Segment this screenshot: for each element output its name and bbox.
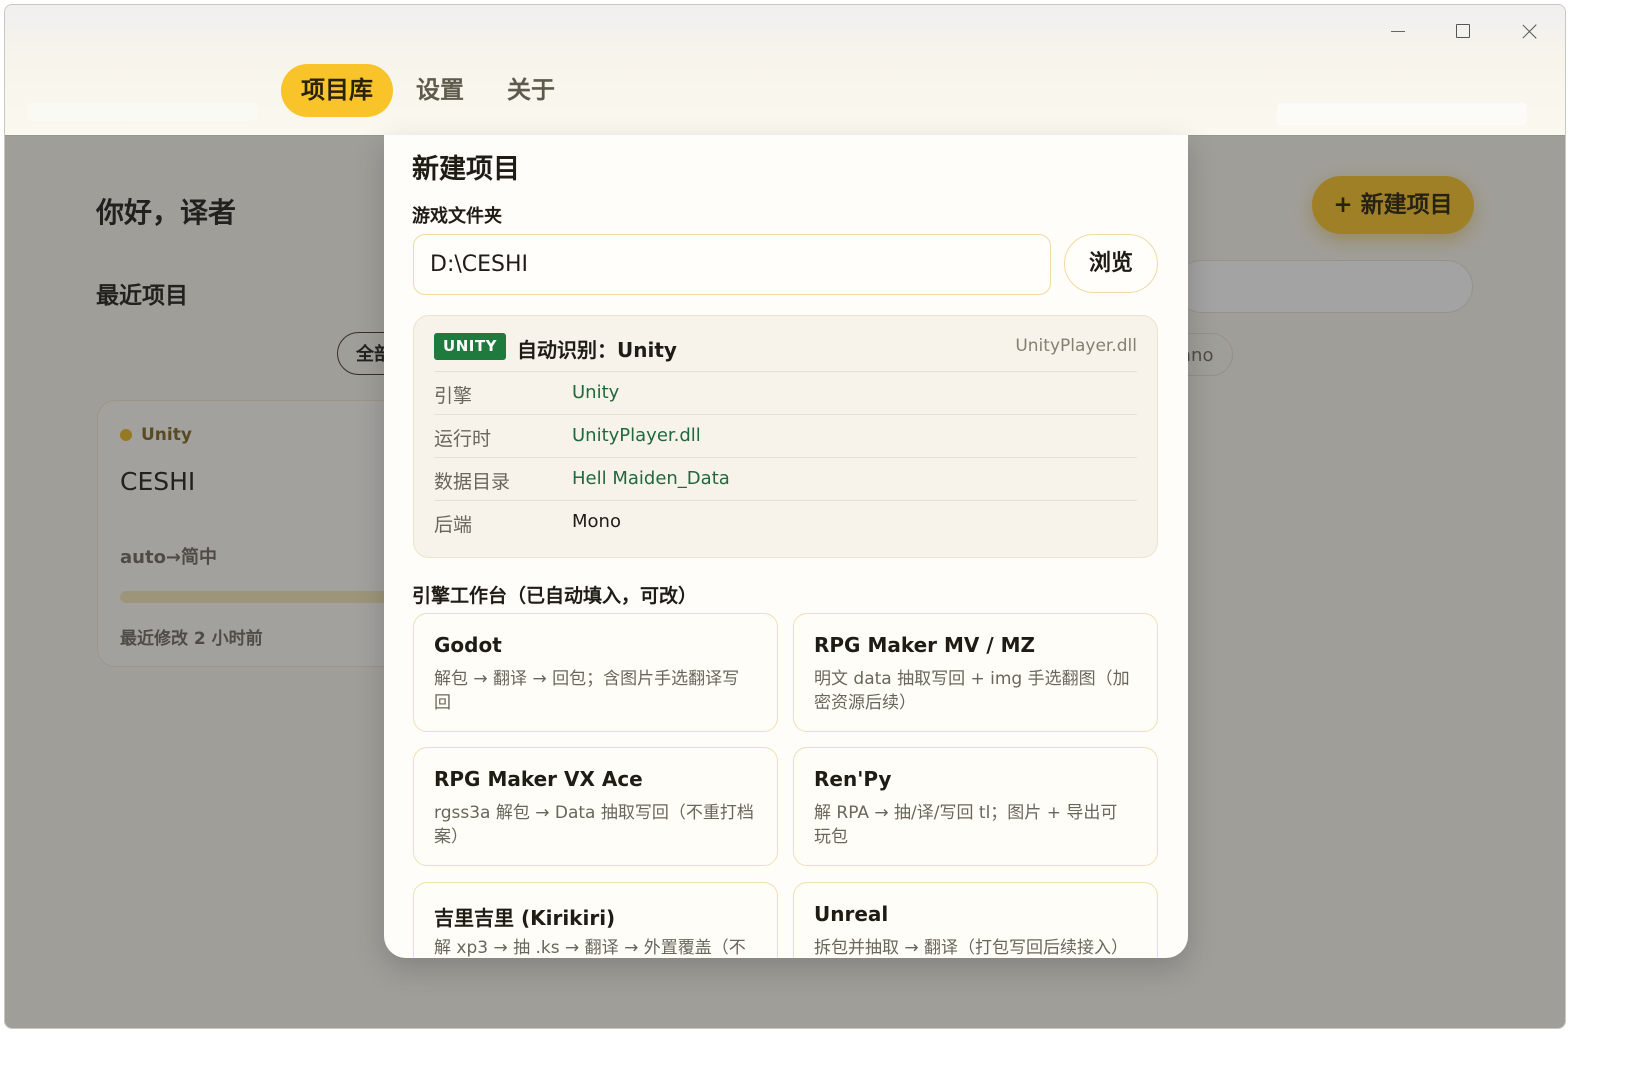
engine-option-rpgmaker-mv-mz[interactable]: RPG Maker MV / MZ 明文 data 抽取写回 + img 手选翻… <box>793 613 1158 732</box>
app-window: 项目库 设置 关于 你好，译者 最近项目 + 新建项目 全部 ano Unity… <box>4 4 1566 1029</box>
new-project-dialog: 新建项目 游戏文件夹 浏览 UNITY 自动识别：Unity UnityPlay… <box>384 135 1188 958</box>
detection-details: 引擎 Unity 运行时 UnityPlayer.dll 数据目录 Hell M… <box>434 371 1137 543</box>
game-folder-input[interactable] <box>413 234 1051 295</box>
detail-value: Hell Maiden_Data <box>572 468 730 489</box>
maximize-icon[interactable] <box>1435 13 1491 49</box>
engine-option-title: Unreal <box>814 902 889 926</box>
tab-projects[interactable]: 项目库 <box>281 64 393 117</box>
detail-row-runtime: 运行时 UnityPlayer.dll <box>434 414 1137 457</box>
browse-button[interactable]: 浏览 <box>1064 234 1158 293</box>
engine-option-desc: 拆包并抽取 → 翻译（打包写回后续接入） <box>814 938 1129 958</box>
engine-option-godot[interactable]: Godot 解包 → 翻译 → 回包；含图片手选翻译写回 <box>413 613 778 732</box>
engine-option-rpgmaker-vx-ace[interactable]: RPG Maker VX Ace rgss3a 解包 → Data 抽取写回（不… <box>413 747 778 866</box>
engine-option-unreal[interactable]: Unreal 拆包并抽取 → 翻译（打包写回后续接入） <box>793 882 1158 958</box>
detail-key: 引擎 <box>434 385 473 407</box>
engine-option-desc: 解包 → 翻译 → 回包；含图片手选翻译写回 <box>434 669 740 713</box>
detail-key: 后端 <box>434 514 473 536</box>
detail-value: Mono <box>572 511 621 532</box>
logo-area <box>27 103 257 121</box>
minimize-icon[interactable] <box>1370 13 1426 49</box>
detail-value: Unity <box>572 382 620 403</box>
engine-option-renpy[interactable]: Ren'Py 解 RPA → 抽/译/写回 tl；图片 + 导出可玩包 <box>793 747 1158 866</box>
engine-option-desc: 解 RPA → 抽/译/写回 tl；图片 + 导出可玩包 <box>814 803 1118 847</box>
game-folder-label: 游戏文件夹 <box>412 206 502 227</box>
close-icon[interactable] <box>1502 13 1558 49</box>
engine-option-title: RPG Maker VX Ace <box>434 767 643 791</box>
detection-title: 自动识别：Unity <box>517 338 677 362</box>
engine-option-desc: 明文 data 抽取写回 + img 手选翻图（加密资源后续） <box>814 669 1130 713</box>
detection-file: UnityPlayer.dll <box>1015 336 1137 356</box>
engine-option-kirikiri[interactable]: 吉里吉里 (Kirikiri) 解 xp3 → 抽 .ks → 翻译 → 外置覆… <box>413 882 778 958</box>
engine-option-desc: 解 xp3 → 抽 .ks → 翻译 → 外置覆盖（不改 <box>434 938 746 958</box>
detection-panel: UNITY 自动识别：Unity UnityPlayer.dll 引擎 Unit… <box>413 315 1158 558</box>
title-bar: 项目库 设置 关于 <box>5 5 1565 136</box>
detail-value: UnityPlayer.dll <box>572 425 701 446</box>
titlebar-right-area <box>1277 103 1527 125</box>
engine-option-title: Godot <box>434 633 502 657</box>
engine-option-title: 吉里吉里 (Kirikiri) <box>434 906 616 930</box>
engine-option-desc: rgss3a 解包 → Data 抽取写回（不重打档案） <box>434 803 754 847</box>
engine-badge: UNITY <box>434 333 506 360</box>
dialog-title: 新建项目 <box>412 154 520 185</box>
tab-settings[interactable]: 设置 <box>396 64 484 117</box>
detail-key: 数据目录 <box>434 471 511 493</box>
engine-option-title: RPG Maker MV / MZ <box>814 633 1036 657</box>
engine-workbench-label: 引擎工作台（已自动填入，可改） <box>412 585 698 607</box>
engine-option-title: Ren'Py <box>814 767 892 791</box>
detail-row-backend: 后端 Mono <box>434 500 1137 543</box>
detail-key: 运行时 <box>434 428 492 450</box>
detail-row-data-dir: 数据目录 Hell Maiden_Data <box>434 457 1137 500</box>
detail-row-engine: 引擎 Unity <box>434 371 1137 414</box>
tab-about[interactable]: 关于 <box>487 64 575 117</box>
